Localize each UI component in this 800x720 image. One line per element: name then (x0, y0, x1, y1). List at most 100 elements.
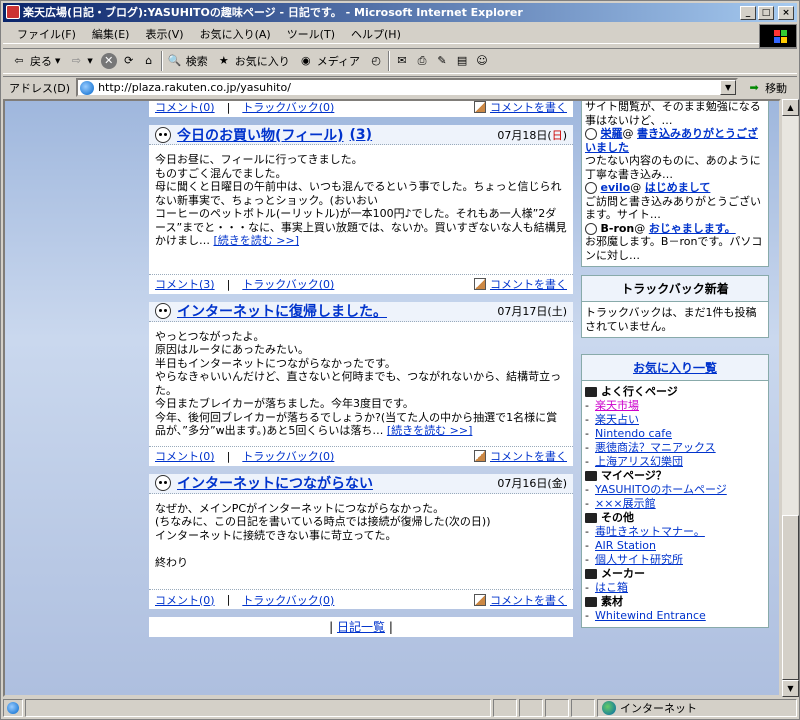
scroll-thumb[interactable] (782, 515, 799, 680)
stop-icon[interactable]: ✕ (100, 53, 117, 69)
favorite-link[interactable]: Whitewind Entrance (593, 609, 706, 622)
toolbar-separator (388, 51, 391, 71)
discuss-icon[interactable]: ▤ (454, 53, 470, 69)
comment-subject[interactable]: おじゃまします。 (649, 222, 736, 235)
favorite-link[interactable]: AIR Station (593, 539, 656, 552)
favorite-link[interactable]: 楽天占い (593, 413, 639, 426)
folder-icon (585, 471, 597, 481)
address-label: アドレス(D) (9, 81, 71, 95)
address-url[interactable]: http://plaza.rakuten.co.jp/yasuhito/ (98, 81, 291, 94)
menu-edit[interactable]: 編集(E) (84, 26, 138, 42)
entry-partial: コメント(0) | トラックバック(0) コメントを書く (149, 100, 573, 117)
favorite-link[interactable]: 楽天市場 (593, 399, 639, 412)
entry-body: 今日お昼に、フィールに行ってきました。 ものすごく混んでました。 母に聞くと日曜… (155, 153, 567, 247)
trackback-link[interactable]: トラックバック(0) (242, 101, 334, 115)
vertical-scrollbar[interactable]: ▲ ▼ (781, 99, 799, 697)
separator: | (226, 277, 231, 291)
write-comment-link[interactable]: コメントを書く (490, 276, 567, 292)
comment-link[interactable]: コメント(0) (155, 592, 215, 608)
favorite-link[interactable]: 個人サイト研究所 (593, 553, 683, 566)
write-comment-link[interactable]: コメントを書く (490, 592, 567, 608)
entry-title[interactable]: インターネットにつながらない (177, 473, 373, 493)
favorite-link[interactable]: ×××展示館 (593, 497, 656, 510)
maximize-button[interactable]: □ (758, 6, 774, 20)
main-column: コメント(0) | トラックバック(0) コメントを書く 今日のお買い物(フィー… (149, 101, 573, 637)
entry-date: 07月16日(金) (497, 477, 567, 490)
entry-footer: コメント(0) | トラックバック(0) コメントを書く (149, 589, 573, 609)
go-button[interactable]: ➡ 移動 (746, 80, 787, 96)
media-button[interactable]: ◉ メディア (298, 53, 360, 69)
face-icon (585, 128, 597, 140)
page-icon (80, 80, 95, 95)
globe-icon (602, 701, 616, 715)
favorite-link[interactable]: Nintendo cafe (593, 427, 672, 440)
favorite-link[interactable]: 上海アリス幻樂団 (593, 455, 683, 468)
print-icon[interactable]: ⎙ (414, 53, 430, 69)
favorite-link[interactable]: はこ箱 (593, 581, 628, 594)
favorite-link[interactable]: 毒吐きネットマナー。 (593, 525, 705, 538)
favorite-link[interactable]: YASUHITOのホームページ (593, 483, 727, 496)
entry-footer: コメント(0) | トラックバック(0) コメントを書く (149, 445, 573, 466)
comment-link[interactable]: コメント(3) (155, 276, 215, 292)
entry-title[interactable]: 今日のお買い物(フィール) (177, 125, 344, 145)
scroll-up-button[interactable]: ▲ (782, 99, 799, 116)
home-icon[interactable]: ⌂ (141, 53, 157, 69)
status-text (25, 699, 491, 717)
search-button[interactable]: 🔍 検索 (167, 53, 208, 69)
menu-tools[interactable]: ツール(T) (279, 26, 343, 42)
status-cell (519, 699, 543, 717)
window-title: 楽天広場(日記・ブログ):YASUHITOの趣味ページ - 日記です。 - Mi… (23, 6, 523, 19)
history-icon[interactable]: ◴ (368, 53, 384, 69)
comment-text: ご訪問と書き込みありがとうございます。サイト… (585, 194, 761, 222)
messenger-icon[interactable]: ☺ (474, 53, 490, 69)
close-button[interactable]: × (778, 6, 794, 20)
favorites-button[interactable]: ★ お気に入り (216, 53, 290, 69)
refresh-icon[interactable]: ⟳ (121, 53, 137, 69)
comment-item: B-ron@ おじゃまします。 お邪魔します。B－ronです。パソコンに対し… (582, 222, 768, 267)
comment-item: evilo@ はじめまして ご訪問と書き込みありがとうございます。サイト… (582, 181, 768, 222)
face-icon (585, 222, 597, 235)
go-arrow-icon: ➡ (749, 80, 759, 94)
comment-subject[interactable]: はじめまして (645, 181, 711, 194)
menu-help[interactable]: ヘルプ(H) (343, 26, 409, 42)
menu-file[interactable]: ファイル(F) (9, 26, 84, 42)
standard-toolbar: ⇦ 戻る ▼ ⇨ ▼ ✕ ⟳ ⌂ 🔍 検索 ★ お気に入り ◉ メディア ◴ ✉ ⎙ ✎ ▤… (3, 48, 797, 74)
write-comment-link[interactable]: コメントを書く (490, 101, 567, 115)
comment-link[interactable]: コメント(0) (155, 101, 215, 115)
address-input[interactable]: http://plaza.rakuten.co.jp/yasuhito/ ▼ (76, 78, 739, 97)
entry-title-bar: インターネットに復帰しました。 07月17日(土) (149, 301, 573, 322)
write-comment-link[interactable]: コメントを書く (490, 448, 567, 464)
forward-button[interactable]: ⇨ ▼ (68, 53, 93, 69)
menu-view[interactable]: 表示(V) (137, 26, 191, 42)
trackback-link[interactable]: トラックバック(0) (242, 448, 334, 464)
entry-title[interactable]: インターネットに復帰しました。 (177, 301, 387, 321)
folder-icon (585, 387, 597, 397)
separator: | (226, 100, 231, 114)
comment-link[interactable]: コメント(0) (155, 448, 215, 464)
diary-list-nav: | 日記一覧 | (149, 617, 573, 637)
favorite-category: 素材 (585, 595, 765, 609)
trackback-link[interactable]: トラックバック(0) (242, 276, 334, 292)
diary-list-link[interactable]: 日記一覧 (337, 620, 385, 634)
windows-logo-icon (759, 24, 797, 48)
search-icon: 🔍 (167, 54, 182, 67)
read-more-link[interactable]: [続きを読む >>] (387, 424, 473, 437)
edit-icon[interactable]: ✎ (434, 53, 450, 69)
trackback-link[interactable]: トラックバック(0) (242, 592, 334, 608)
read-more-link[interactable]: [続きを読む >>] (214, 234, 300, 247)
address-dropdown[interactable]: ▼ (720, 80, 737, 95)
comment-author[interactable]: 栄羅 (601, 127, 623, 140)
face-icon (155, 303, 171, 319)
entry-count[interactable]: (3) (350, 127, 373, 143)
mail-icon[interactable]: ✉ (394, 53, 410, 69)
back-button[interactable]: ⇦ 戻る ▼ (11, 53, 60, 69)
favorites-box: お気に入り一覧 よく行くページ - 楽天市場 - 楽天占い - Nintendo ca… (581, 354, 769, 628)
comment-author[interactable]: evilo (601, 181, 631, 194)
favorites-title-link[interactable]: お気に入り一覧 (633, 361, 717, 375)
scroll-down-button[interactable]: ▼ (782, 680, 799, 697)
menu-favorites[interactable]: お気に入り(A) (192, 26, 279, 42)
favorite-category: マイページ？ (585, 469, 765, 483)
sidebar: サイト閲覧が、そのまま勉強になる事はないけど、… 栄羅@ 書き込みありがとうござ… (581, 101, 769, 636)
minimize-button[interactable]: _ (740, 6, 756, 20)
favorite-link[interactable]: 悪徳商法？マニアックス (593, 441, 716, 454)
